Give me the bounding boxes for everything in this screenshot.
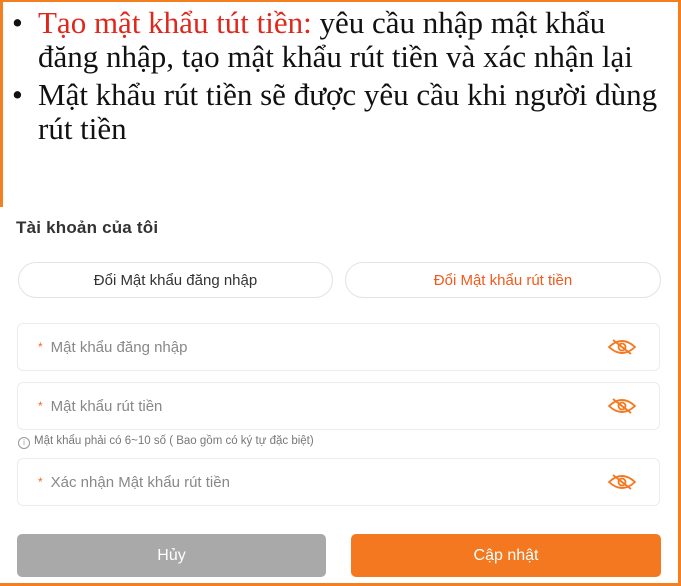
tab-change-withdraw-password[interactable]: Đổi Mật khẩu rút tiền: [345, 262, 661, 298]
eye-slash-icon[interactable]: [607, 472, 637, 492]
confirm-password-placeholder: Xác nhận Mật khẩu rút tiền: [50, 473, 230, 491]
bullet-withdraw-required: • Mật khẩu rút tiền sẽ được yêu cầu khi …: [12, 78, 667, 146]
eye-slash-icon[interactable]: [607, 396, 637, 416]
slide-notes: • Tạo mật khẩu tút tiền: yêu cầu nhập mậ…: [12, 6, 667, 150]
page-title: Tài khoản của tôi: [16, 218, 159, 237]
info-icon: i: [18, 437, 30, 449]
confirm-withdraw-password-field[interactable]: * Xác nhận Mật khẩu rút tiền: [17, 458, 660, 506]
bullet-text: Mật khẩu rút tiền sẽ được yêu cầu khi ng…: [38, 77, 658, 146]
bullet-create-password: • Tạo mật khẩu tút tiền: yêu cầu nhập mậ…: [12, 6, 667, 74]
required-marker: *: [38, 475, 43, 489]
login-password-placeholder: Mật khẩu đăng nhập: [50, 338, 188, 356]
password-hint: i Mật khẩu phải có 6~10 số ( Bao gồm có k…: [18, 435, 314, 449]
bullet-dot: •: [12, 5, 23, 40]
required-marker: *: [38, 399, 43, 413]
required-marker: *: [38, 340, 43, 354]
slide-border-left: [0, 0, 3, 207]
password-hint-text: Mật khẩu phải có 6~10 số ( Bao gồm có ký…: [34, 435, 314, 447]
login-password-field[interactable]: * Mật khẩu đăng nhập: [17, 323, 660, 371]
withdraw-password-placeholder: Mật khẩu rút tiền: [50, 397, 163, 415]
bullet-highlight: Tạo mật khẩu tút tiền:: [38, 5, 312, 40]
cancel-button[interactable]: Hủy: [17, 534, 326, 577]
bullet-dot: •: [12, 77, 23, 112]
slide-border-top: [0, 0, 681, 2]
eye-slash-icon[interactable]: [607, 337, 637, 357]
tab-change-login-password[interactable]: Đổi Mật khẩu đăng nhập: [18, 262, 333, 298]
withdraw-password-field[interactable]: * Mật khẩu rút tiền: [17, 382, 660, 430]
update-button[interactable]: Cập nhật: [351, 534, 661, 577]
